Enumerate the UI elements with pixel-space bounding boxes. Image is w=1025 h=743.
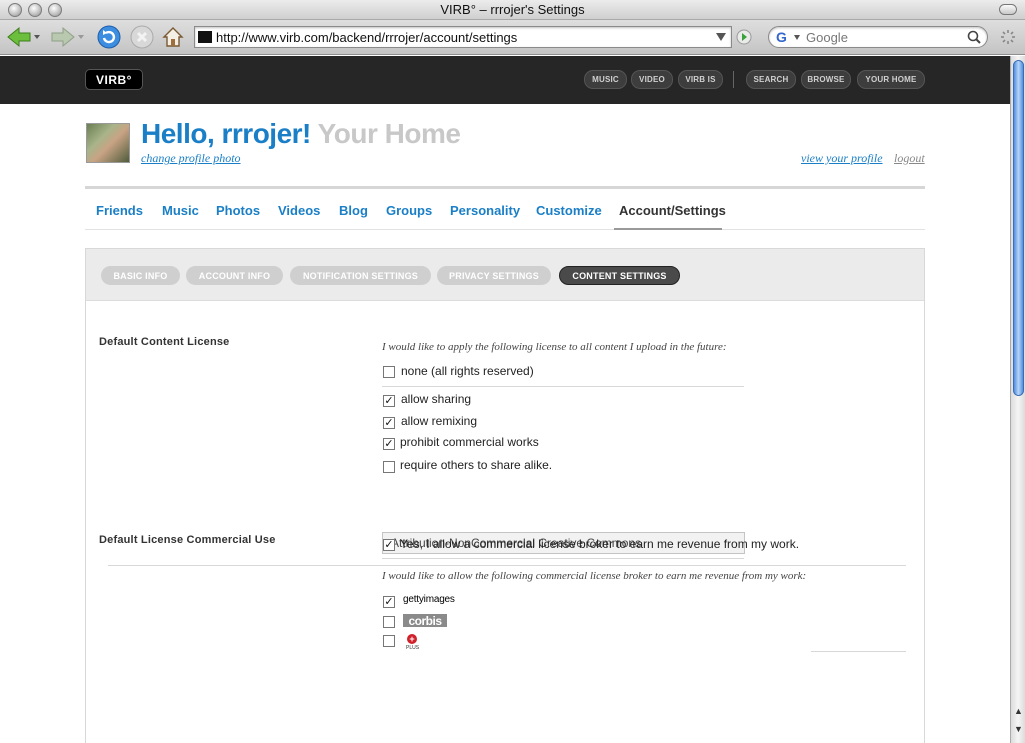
prohibit-commercial-label: prohibit commercial works	[400, 435, 539, 449]
corbis-checkbox[interactable]	[383, 616, 395, 628]
address-bar[interactable]: http://www.virb.com/backend/rrrojer/acco…	[194, 26, 732, 48]
reload-icon	[97, 25, 121, 49]
tab-blog[interactable]: Blog	[339, 203, 368, 218]
commercial-intro: I would like to allow the following comm…	[382, 570, 807, 582]
header-divider	[85, 186, 925, 189]
address-bar-url: http://www.virb.com/backend/rrrojer/acco…	[216, 30, 518, 45]
page-content: VIRB° MUSIC VIDEO VIRB IS SEARCH BROWSE …	[0, 56, 1010, 743]
subtab-basic-info[interactable]: BASIC INFO	[101, 266, 180, 285]
tab-account-settings[interactable]: Account/Settings	[619, 203, 726, 218]
commercial-divider	[382, 558, 744, 559]
allow-commercial-checkbox[interactable]: ✓	[383, 539, 395, 551]
window-titlebar: VIRB° – rrrojer's Settings	[0, 0, 1025, 20]
search-placeholder: Google	[806, 30, 848, 45]
nav-separator	[733, 71, 734, 88]
vertical-scrollbar[interactable]: ▲ ▼	[1010, 56, 1025, 743]
virb-logo[interactable]: VIRB°	[85, 69, 143, 90]
allow-commercial-label: Yes, I allow a commercial license broker…	[400, 537, 800, 551]
window-title: VIRB° – rrrojer's Settings	[440, 2, 585, 17]
go-button[interactable]	[735, 25, 753, 49]
corbis-logo: corbis	[403, 614, 447, 628]
commercial-use-label: Default License Commercial Use	[99, 534, 276, 546]
nav-browse[interactable]: BROWSE	[801, 70, 851, 89]
none-rights-label: none (all rights reserved)	[401, 364, 534, 378]
settings-subnav: BASIC INFO ACCOUNT INFO NOTIFICATION SET…	[86, 249, 924, 301]
allow-sharing-label: allow sharing	[401, 392, 472, 406]
tab-photos[interactable]: Photos	[216, 203, 260, 218]
none-rights-checkbox[interactable]	[383, 366, 395, 378]
plus-logo-icon: +	[407, 634, 417, 644]
tab-customize[interactable]: Customize	[536, 203, 602, 218]
subtab-privacy-settings[interactable]: PRIVACY SETTINGS	[437, 266, 551, 285]
view-profile-link[interactable]: view your profile	[801, 151, 883, 166]
share-alike-label: require others to share alike.	[400, 458, 553, 472]
home-button[interactable]	[160, 25, 186, 49]
magnifier-icon[interactable]	[967, 30, 981, 44]
section-divider	[108, 565, 906, 566]
tab-friends[interactable]: Friends	[96, 203, 143, 218]
tabs-divider	[85, 229, 925, 230]
greeting: Hello, rrrojer!	[141, 118, 311, 149]
nav-music[interactable]: MUSIC	[584, 70, 627, 89]
nav-video[interactable]: VIDEO	[631, 70, 673, 89]
prohibit-commercial-checkbox[interactable]: ✓	[383, 438, 395, 450]
logout-link[interactable]: logout	[894, 151, 925, 166]
toolbar-toggle-button[interactable]	[999, 4, 1017, 15]
site-header: VIRB° MUSIC VIDEO VIRB IS SEARCH BROWSE …	[0, 56, 1010, 104]
content-license-intro: I would like to apply the following lice…	[382, 341, 727, 353]
option-divider	[382, 386, 744, 387]
back-button[interactable]	[6, 25, 42, 49]
search-engine-dropdown-icon[interactable]	[794, 35, 800, 40]
settings-panel: BASIC INFO ACCOUNT INFO NOTIFICATION SET…	[85, 248, 925, 743]
browser-toolbar: http://www.virb.com/backend/rrrojer/acco…	[0, 20, 1025, 55]
allow-sharing-checkbox[interactable]: ✓	[383, 395, 395, 407]
reload-button[interactable]	[96, 25, 122, 49]
forward-arrow-icon	[51, 26, 84, 48]
tab-music[interactable]: Music	[162, 203, 199, 218]
change-profile-photo-link[interactable]: change profile photo	[141, 151, 241, 166]
getty-images-logo: gettyimages	[403, 594, 455, 605]
search-engine-icon[interactable]: G	[776, 29, 787, 45]
subtab-notification-settings[interactable]: NOTIFICATION SETTINGS	[290, 266, 431, 285]
tab-videos[interactable]: Videos	[278, 203, 320, 218]
avatar[interactable]	[86, 123, 130, 163]
bottom-divider	[811, 651, 906, 652]
allow-remixing-checkbox[interactable]: ✓	[383, 417, 395, 429]
tab-personality[interactable]: Personality	[450, 203, 520, 218]
scrollbar-thumb[interactable]	[1013, 60, 1024, 396]
getty-checkbox[interactable]: ✓	[383, 596, 395, 608]
home-icon	[162, 27, 184, 47]
tab-groups[interactable]: Groups	[386, 203, 432, 218]
search-field[interactable]: G Google	[768, 26, 988, 48]
share-alike-checkbox[interactable]	[383, 461, 395, 473]
scroll-down-arrow-icon[interactable]: ▼	[1013, 724, 1024, 736]
plus-checkbox[interactable]	[383, 635, 395, 647]
back-arrow-icon	[7, 26, 40, 48]
page-title: Hello, rrrojer! Your Home	[141, 118, 461, 150]
allow-remixing-label: allow remixing	[401, 414, 478, 428]
nav-your-home[interactable]: YOUR HOME	[857, 70, 925, 89]
stop-icon	[130, 25, 154, 49]
subtab-account-info[interactable]: ACCOUNT INFO	[186, 266, 283, 285]
nav-virb-is[interactable]: VIRB IS	[678, 70, 723, 89]
url-history-dropdown-icon[interactable]	[716, 33, 726, 41]
nav-search[interactable]: SEARCH	[746, 70, 796, 89]
go-arrow-icon	[736, 29, 752, 45]
stop-button[interactable]	[129, 25, 155, 49]
active-tab-indicator	[614, 228, 722, 230]
plus-label: PLUS	[406, 645, 420, 651]
loading-spinner-icon	[998, 25, 1018, 49]
forward-button[interactable]	[50, 25, 86, 49]
subtab-content-settings[interactable]: CONTENT SETTINGS	[559, 266, 680, 285]
default-content-license-label: Default Content License	[99, 336, 230, 348]
scroll-up-arrow-icon[interactable]: ▲	[1013, 706, 1024, 718]
site-favicon-icon	[198, 31, 212, 43]
your-home-label: Your Home	[317, 118, 461, 149]
